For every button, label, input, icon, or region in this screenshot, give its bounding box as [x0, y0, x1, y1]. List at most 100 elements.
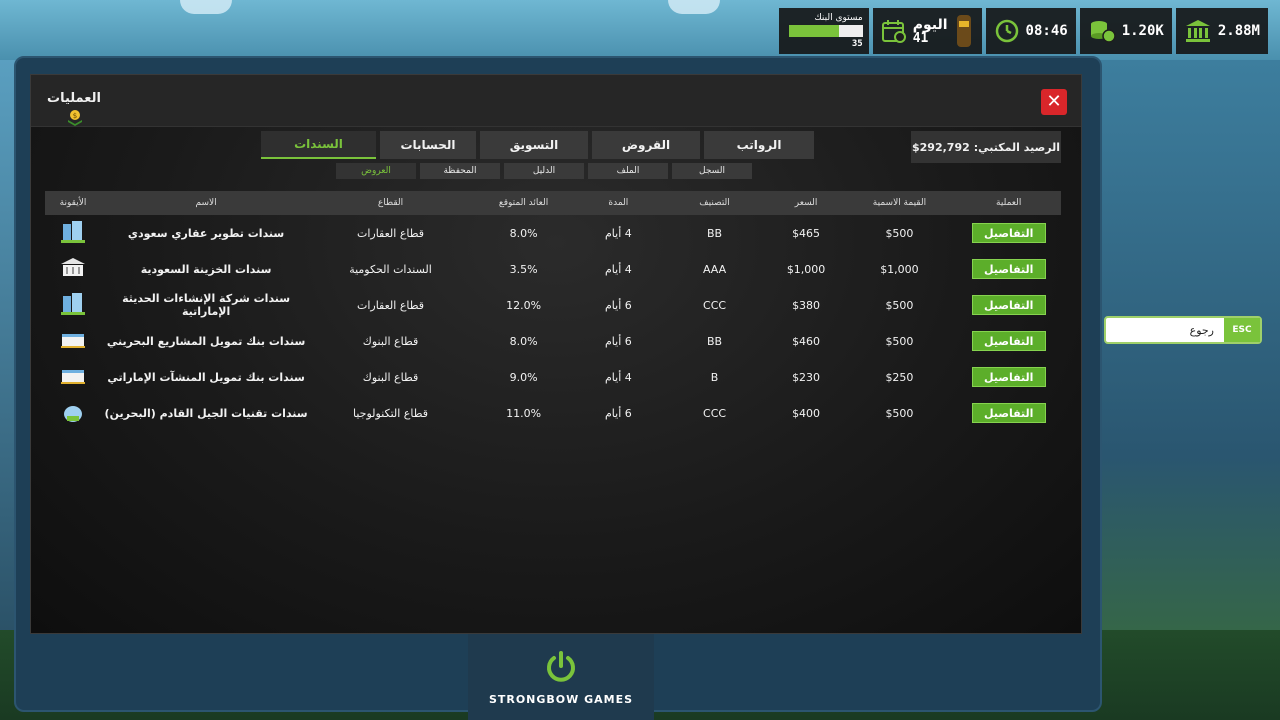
window-title: العمليات	[47, 91, 101, 106]
table-header: الأيقونة الاسم القطاع العائد المتوقع الم…	[45, 191, 1061, 215]
clock-icon	[995, 19, 1018, 43]
bond-name: سندات بنك تمويل المشاريع البحريني	[106, 334, 306, 348]
window-titlebar	[31, 75, 1081, 127]
tab-accounts[interactable]: الحسابات	[380, 131, 476, 159]
table-row: سندات شركة الإنشاءات الحديثة الإماراتية ق…	[45, 287, 1061, 323]
day-label: اليوم	[912, 16, 948, 33]
bond-name: سندات شركة الإنشاءات الحديثة الإماراتية	[122, 292, 291, 318]
header-duration: المدة	[608, 198, 629, 208]
header-operation: العملية	[996, 198, 1022, 208]
bank-level: مستوى البنك 35	[778, 8, 869, 54]
table-row: سندات بنك تمويل المشاريع البحريني قطاع ال…	[45, 323, 1061, 359]
table-row: سندات تطوير عقاري سعودي قطاع العقارات 8.0%…	[45, 215, 1061, 251]
close-button[interactable]: ✕	[1041, 89, 1067, 115]
bond-operation: التفاصيل	[956, 295, 1061, 315]
tab-bonds[interactable]: السندات	[261, 131, 376, 159]
balance-value: $292,792	[912, 140, 970, 154]
bond-duration: 4 أيام	[604, 226, 632, 240]
header-yield: العائد المتوقع	[498, 198, 549, 208]
clock: 08:46	[985, 8, 1076, 54]
bond-face-value: $500	[885, 406, 914, 420]
svg-text:$: $	[73, 112, 77, 120]
top-hud: مستوى البنك 35 اليوم 41 08:46 1.20K 2.88…	[778, 8, 1268, 54]
bond-price: $400	[792, 406, 821, 420]
bond-rating: AAA	[702, 262, 727, 276]
back-label: رجوع	[1189, 323, 1214, 337]
bond-price: $465	[792, 226, 821, 240]
operations-window: $ العمليات ✕ الرصيد المكتبي: $292,792 ال…	[30, 74, 1082, 634]
day-value: 41	[912, 30, 929, 46]
bond-duration: 6 أيام	[604, 298, 632, 312]
bond-duration: 6 أيام	[604, 334, 632, 348]
bond-rating: CCC	[703, 406, 727, 420]
header-face-value: القيمة الاسمية	[872, 198, 927, 208]
details-button[interactable]: التفاصيل	[971, 331, 1046, 351]
details-button[interactable]: التفاصيل	[971, 223, 1046, 243]
bond-price: $1,000	[786, 262, 826, 276]
bond-rating: BB	[707, 226, 723, 240]
header-icon: الأيقونة	[59, 198, 87, 208]
bond-duration: 4 أيام	[604, 370, 632, 384]
bond-yield: 11.0%	[506, 406, 542, 420]
bond-sector: قطاع التكنولوجيا	[353, 406, 429, 420]
time-value: 08:46	[1025, 23, 1068, 39]
bank-balance-value: 2.88M	[1217, 23, 1260, 39]
bond-price: $380	[792, 298, 821, 312]
day-text: اليوم 41	[913, 18, 948, 45]
subtab-history[interactable]: السجل	[672, 163, 752, 179]
bond-operation: التفاصيل	[956, 367, 1061, 387]
subtab-profile[interactable]: الملف	[588, 163, 668, 179]
table-row: سندات بنك تمويل المنشآت الإماراتي قطاع ال…	[45, 359, 1061, 395]
subtab-guide[interactable]: الدليل	[504, 163, 584, 179]
subtab-offers[interactable]: العروض	[336, 163, 416, 179]
bond-government-icon	[45, 256, 101, 283]
operations-icon: $	[68, 110, 82, 126]
bond-sector: السندات الحكومية	[349, 262, 432, 276]
tab-loans[interactable]: القروض	[592, 131, 700, 159]
bond-operation: التفاصيل	[956, 223, 1061, 243]
bank-level-fill	[788, 25, 840, 37]
bond-yield: 3.5%	[509, 262, 538, 276]
bond-duration: 6 أيام	[604, 406, 632, 420]
bond-rating: BB	[707, 334, 723, 348]
bond-duration: 4 أيام	[604, 262, 632, 276]
brand-label: STRONGBOW GAMES	[488, 692, 634, 706]
bond-rating: CCC	[703, 298, 727, 312]
bond-price: $460	[792, 334, 821, 348]
background-right	[1100, 60, 1280, 720]
bond-operation: التفاصيل	[956, 259, 1061, 279]
window-title-group: $ العمليات	[47, 91, 101, 126]
subtab-bar: السجل الملف الدليل المحفظة العروض	[336, 163, 752, 179]
bond-face-value: $500	[885, 334, 914, 348]
subtab-portfolio[interactable]: المحفظة	[420, 163, 500, 179]
bond-face-value: $250	[885, 370, 914, 384]
details-button[interactable]: التفاصيل	[971, 259, 1046, 279]
bond-operation: التفاصيل	[956, 403, 1061, 423]
cash-value: 1.20K	[1121, 23, 1164, 39]
tab-salaries[interactable]: الرواتب	[704, 131, 814, 159]
header-sector: القطاع	[377, 198, 404, 208]
bond-building-icon	[45, 292, 101, 319]
bond-yield: 8.0%	[509, 226, 538, 240]
ceiling-lamp	[180, 0, 232, 14]
tab-marketing[interactable]: التسويق	[480, 131, 588, 159]
office-balance: الرصيد المكتبي: $292,792	[911, 131, 1061, 163]
monitor-power-area: STRONGBOW GAMES	[468, 634, 654, 720]
table-body: سندات تطوير عقاري سعودي قطاع العقارات 8.0%…	[45, 215, 1061, 431]
details-button[interactable]: التفاصيل	[971, 295, 1046, 315]
esc-key[interactable]: ESC	[1224, 318, 1260, 342]
mascot-icon	[956, 15, 971, 47]
power-icon[interactable]	[543, 649, 579, 685]
header-price: السعر	[794, 198, 818, 208]
bond-face-value: $500	[885, 226, 914, 240]
day-counter: اليوم 41	[872, 8, 982, 54]
details-button[interactable]: التفاصيل	[971, 403, 1046, 423]
bank-level-label: مستوى البنك	[814, 13, 863, 23]
back-prompt[interactable]: رجوع ESC	[1104, 316, 1262, 344]
header-rating: التصنيف	[699, 198, 730, 208]
bank-balance: 2.88M	[1175, 8, 1268, 54]
balance-label: الرصيد المكتبي:	[973, 140, 1060, 154]
coins-icon	[1090, 21, 1116, 43]
details-button[interactable]: التفاصيل	[971, 367, 1046, 387]
bond-bank-icon	[45, 364, 101, 391]
